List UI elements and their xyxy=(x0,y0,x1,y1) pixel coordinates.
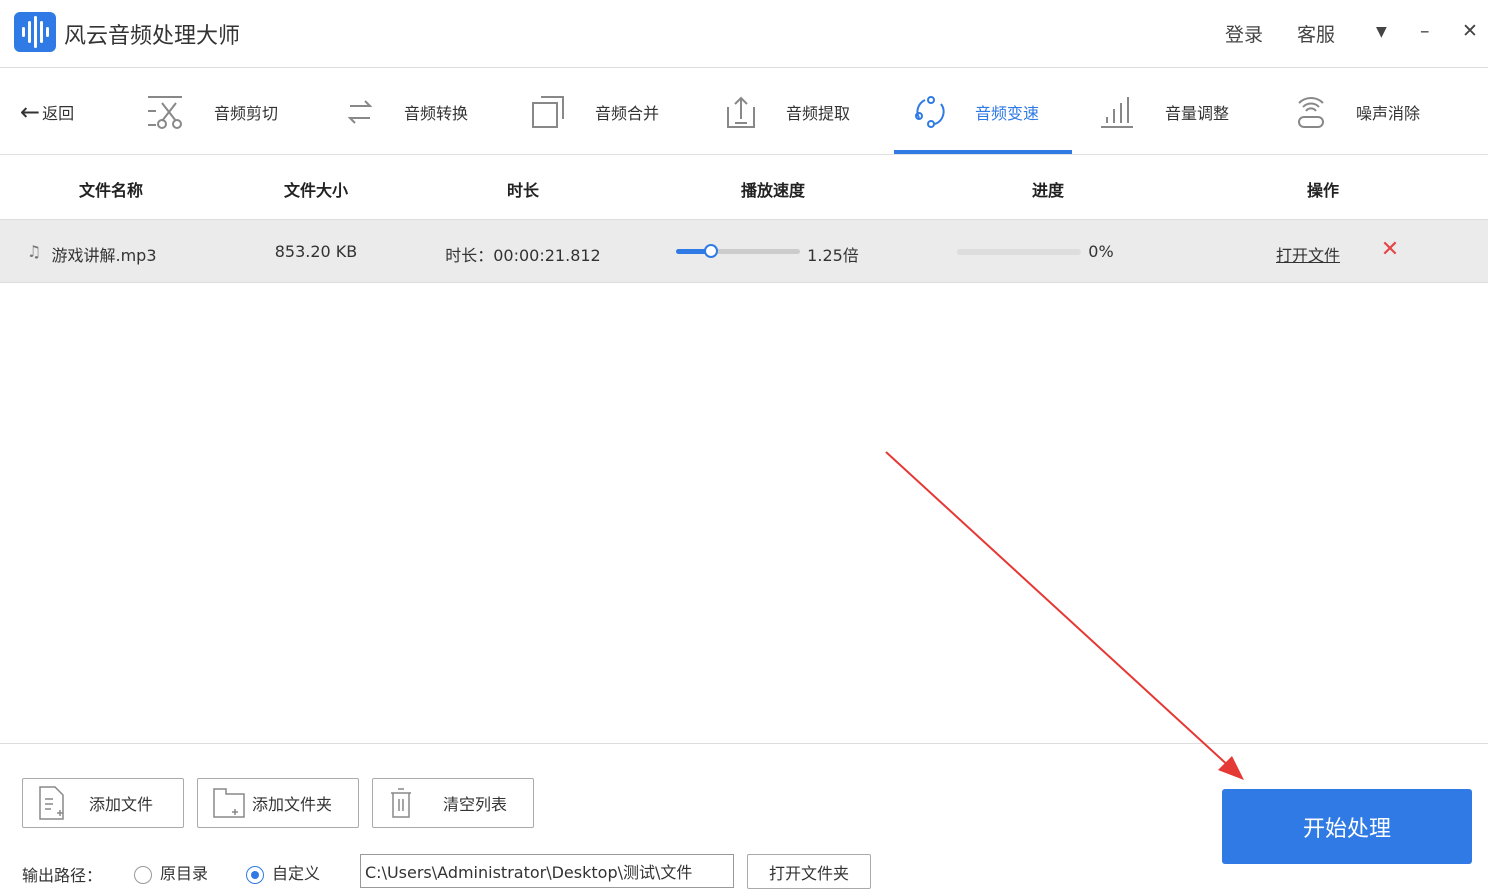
radio-button-selected[interactable] xyxy=(246,865,264,884)
add-folder-button[interactable]: 添加文件夹 xyxy=(197,778,359,828)
start-processing-button[interactable]: 开始处理 xyxy=(1222,789,1472,864)
radio-original-dir[interactable]: 原目录 xyxy=(134,860,208,884)
customer-service-link[interactable]: 客服 xyxy=(1297,20,1335,47)
menu-dropdown-icon[interactable]: ▼ xyxy=(1376,24,1387,40)
scissors-icon xyxy=(148,95,182,129)
header-speed: 播放速度 xyxy=(740,181,806,200)
header-progress: 进度 xyxy=(1031,181,1065,200)
file-size: 853.20 KB xyxy=(274,242,358,261)
clear-list-button[interactable]: 清空列表 xyxy=(372,778,534,828)
file-name: 游戏讲解.mp3 xyxy=(51,246,157,265)
title-bar: 风云音频处理大师 登录 客服 ▼ – ✕ xyxy=(0,0,1488,68)
delete-icon[interactable]: ✕ xyxy=(1381,237,1399,262)
header-file-name: 文件名称 xyxy=(78,181,144,200)
add-file-icon xyxy=(39,786,64,820)
extract-icon xyxy=(727,96,755,128)
trash-icon xyxy=(391,788,411,818)
active-tab-indicator xyxy=(894,150,1072,154)
output-path-label: 输出路径： xyxy=(22,866,103,885)
speed-value: 1.25倍 xyxy=(807,246,859,265)
merge-icon xyxy=(532,95,564,128)
tab-volume-adjust[interactable]: 音量调整 xyxy=(1099,68,1229,155)
add-file-button[interactable]: 添加文件 xyxy=(22,778,184,828)
header-duration: 时长 xyxy=(506,181,540,200)
app-logo-icon xyxy=(14,12,56,52)
convert-icon xyxy=(347,99,373,124)
file-duration: 时长：00:00:21.812 xyxy=(445,246,601,265)
speed-icon xyxy=(915,95,945,128)
tab-audio-cut[interactable]: 音频剪切 xyxy=(146,68,278,155)
open-file-link[interactable]: 打开文件 xyxy=(1276,242,1340,266)
tab-noise-removal[interactable]: 噪声消除 xyxy=(1296,68,1420,155)
radio-button[interactable] xyxy=(134,865,152,884)
noise-icon xyxy=(1298,96,1324,128)
progress-bar xyxy=(957,249,1081,255)
speed-slider[interactable] xyxy=(676,244,800,258)
music-file-icon: ♫ xyxy=(26,242,42,261)
tab-audio-extract[interactable]: 音频提取 xyxy=(726,68,850,155)
header-file-size: 文件大小 xyxy=(283,181,349,200)
function-tabs: ← 返回 音频剪切 音频转换 音频合并 音频提取 音频变速 音量调整 噪声消除 xyxy=(0,68,1488,155)
tab-audio-convert[interactable]: 音频转换 xyxy=(346,68,468,155)
radio-custom-dir[interactable]: 自定义 xyxy=(246,860,320,884)
volume-icon xyxy=(1101,96,1133,128)
login-link[interactable]: 登录 xyxy=(1225,20,1263,47)
table-header: 文件名称 文件大小 时长 播放速度 进度 操作 xyxy=(0,155,1488,219)
header-actions: 操作 xyxy=(1306,181,1340,200)
close-button[interactable]: ✕ xyxy=(1462,20,1478,42)
footer: 添加文件 添加文件夹 清空列表 输出路径： 原目录 自定义 打开文件夹 开始处理 xyxy=(0,743,1488,891)
open-folder-button[interactable]: 打开文件夹 xyxy=(747,854,871,889)
minimize-button[interactable]: – xyxy=(1420,20,1430,42)
add-folder-icon xyxy=(213,788,245,818)
output-path-input[interactable] xyxy=(360,854,734,888)
back-button[interactable]: ← 返回 xyxy=(20,68,74,155)
tab-audio-speed[interactable]: 音频变速 xyxy=(915,68,1039,155)
arrow-left-icon: ← xyxy=(20,97,41,126)
table-row[interactable]: ♫ 游戏讲解.mp3 853.20 KB 时长：00:00:21.812 1.2… xyxy=(0,219,1488,283)
app-title: 风云音频处理大师 xyxy=(64,24,241,49)
tab-audio-merge[interactable]: 音频合并 xyxy=(531,68,659,155)
progress-value: 0% xyxy=(1088,242,1114,261)
